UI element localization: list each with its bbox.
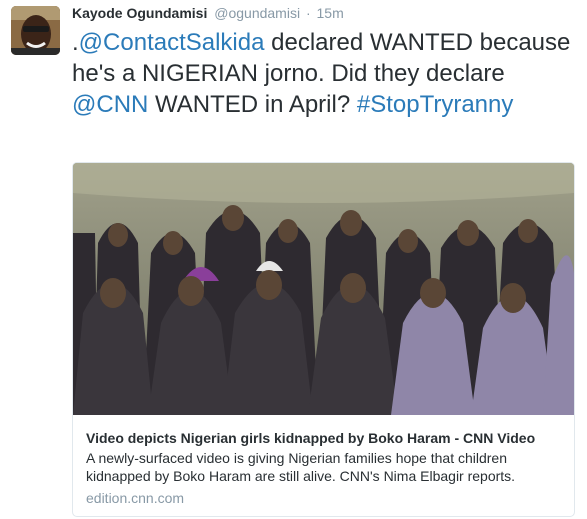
tweet-text-prefix: . (72, 29, 79, 56)
hashtag-link[interactable]: #StopTryranny (357, 91, 514, 118)
tweet-text: .@ContactSalkida declared WANTED because… (72, 27, 577, 120)
separator-dot: · (305, 5, 311, 21)
mention-cnn-link[interactable]: @CNN (72, 91, 148, 118)
card-title[interactable]: Video depicts Nigerian girls kidnapped b… (86, 429, 561, 447)
video-thumbnail-icon[interactable] (73, 163, 574, 415)
user-avatar-icon[interactable] (11, 6, 60, 55)
author-handle[interactable]: @ogundamisi (214, 5, 300, 21)
link-card[interactable]: Video depicts Nigerian girls kidnapped b… (72, 162, 575, 517)
card-body: Video depicts Nigerian girls kidnapped b… (73, 416, 574, 516)
author-name[interactable]: Kayode Ogundamisi (72, 5, 207, 21)
card-description: A newly-surfaced video is giving Nigeria… (86, 450, 516, 484)
tweet-header: Kayode Ogundamisi @ogundamisi · 15m (72, 4, 344, 22)
tweet-timestamp[interactable]: 15m (317, 5, 344, 21)
mention-contactsalkida-link[interactable]: @ContactSalkida (79, 29, 265, 56)
card-domain[interactable]: edition.cnn.com (86, 489, 561, 507)
tweet: Kayode Ogundamisi @ogundamisi · 15m .@Co… (0, 0, 587, 519)
tweet-text-segment: WANTED in April? (148, 91, 357, 118)
